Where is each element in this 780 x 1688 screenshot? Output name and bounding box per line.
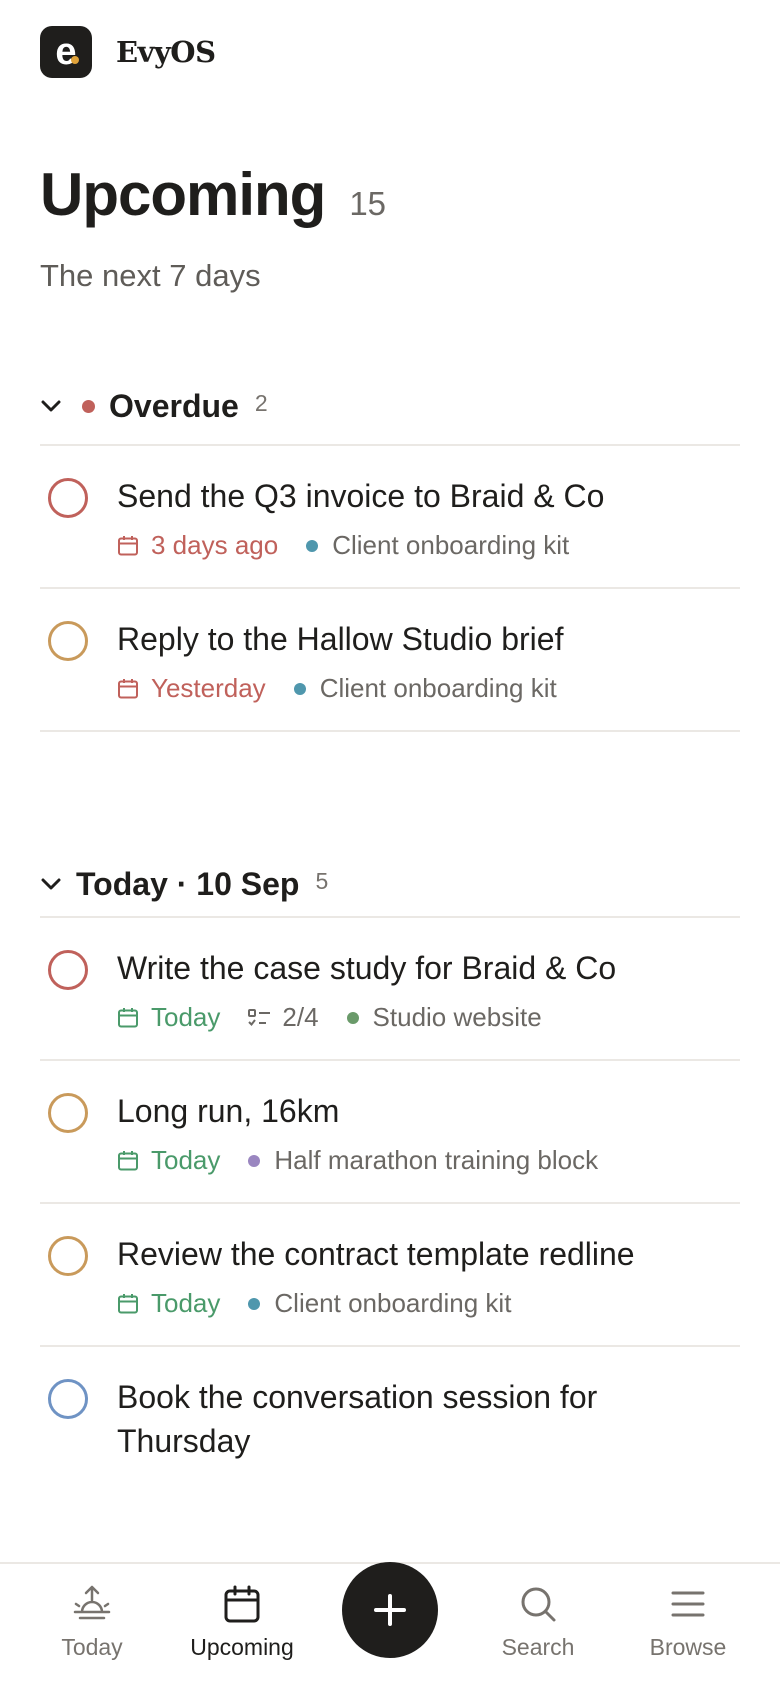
section-count: 5 xyxy=(315,867,329,894)
tab-label: Search xyxy=(501,1634,575,1660)
subtask-list-icon xyxy=(248,1008,271,1026)
calendar-icon xyxy=(117,1007,139,1029)
task-name: Book the conversation session for Thursd… xyxy=(117,1379,598,1459)
task-project[interactable]: Studio website xyxy=(373,1002,542,1033)
task-checkbox[interactable] xyxy=(48,1236,88,1276)
task-due-date: Today xyxy=(151,1145,221,1175)
plus-icon xyxy=(374,1594,406,1626)
tab-search[interactable]: Search xyxy=(468,1584,608,1661)
project-dot-icon xyxy=(248,1297,261,1310)
search-icon xyxy=(521,1587,556,1622)
menu-icon xyxy=(671,1591,705,1617)
task-project[interactable]: Client onboarding kit xyxy=(320,673,557,704)
chevron-down-icon[interactable] xyxy=(40,873,62,895)
tab-label: Browse xyxy=(649,1634,727,1660)
logo-e-icon: e xyxy=(55,32,79,72)
calendar-icon xyxy=(117,678,139,700)
page-title-row: Upcoming 15 xyxy=(40,160,386,229)
calendar-icon xyxy=(117,1293,139,1315)
task-checkbox[interactable] xyxy=(48,1379,88,1419)
task-project[interactable]: Client onboarding kit xyxy=(274,1288,511,1319)
project-dot-icon xyxy=(248,1154,261,1167)
task-row[interactable]: Write the case study for Braid & Co Toda… xyxy=(40,918,740,1061)
page-title: Upcoming xyxy=(40,161,326,228)
page-subtitle: The next 7 days xyxy=(40,258,261,293)
task-project[interactable]: Half marathon training block xyxy=(274,1145,598,1176)
app-header: e EvyOS xyxy=(40,26,216,78)
svg-text:e: e xyxy=(55,32,76,72)
task-name: Long run, 16km xyxy=(117,1093,340,1129)
section-title: Today · 10 Sep xyxy=(76,865,300,902)
task-name: Reply to the Hallow Studio brief xyxy=(117,621,564,657)
task-checkbox[interactable] xyxy=(48,621,88,661)
calendar-icon xyxy=(224,1585,260,1623)
app-name: EvyOS xyxy=(116,35,216,69)
section-count: 2 xyxy=(254,389,268,416)
task-name: Write the case study for Braid & Co xyxy=(117,950,617,986)
task-row[interactable]: Send the Q3 invoice to Braid & Co 3 days… xyxy=(40,446,740,589)
project-dot-icon xyxy=(346,1011,359,1024)
project-dot-icon xyxy=(306,539,319,552)
task-due-date: 3 days ago xyxy=(151,530,279,560)
task-row[interactable]: Review the contract template redline Tod… xyxy=(40,1204,740,1347)
tab-label: Upcoming xyxy=(190,1634,294,1660)
project-dot-icon xyxy=(293,682,306,695)
subtask-count: 2/4 xyxy=(282,1002,319,1032)
section-header-today[interactable]: Today · 10 Sep 5 xyxy=(40,854,740,914)
add-task-button[interactable] xyxy=(342,1562,438,1658)
tab-label: Today xyxy=(61,1634,123,1660)
task-checkbox[interactable] xyxy=(48,950,88,990)
task-project[interactable]: Client onboarding kit xyxy=(332,530,569,561)
task-due-date: Yesterday xyxy=(151,673,266,703)
bottom-tab-bar: Today Upcoming Search Browse xyxy=(0,1562,780,1688)
section-overdue: Overdue 2 Send the Q3 invoice to Braid &… xyxy=(40,376,740,732)
section-header-overdue[interactable]: Overdue 2 xyxy=(40,376,740,436)
section-today: Today · 10 Sep 5 Write the case study fo… xyxy=(40,854,740,1463)
app-logo[interactable]: e xyxy=(40,26,92,78)
chevron-down-icon[interactable] xyxy=(40,395,62,417)
task-row[interactable]: Reply to the Hallow Studio brief Yesterd… xyxy=(40,589,740,732)
subtask-progress: 2/4 xyxy=(248,1002,319,1033)
sunrise-icon xyxy=(73,1585,111,1620)
task-row[interactable]: Book the conversation session for Thursd… xyxy=(40,1347,740,1463)
task-checkbox[interactable] xyxy=(48,478,88,518)
tab-upcoming[interactable]: Upcoming xyxy=(172,1584,312,1661)
calendar-icon xyxy=(117,535,139,557)
task-name: Send the Q3 invoice to Braid & Co xyxy=(117,478,605,514)
section-title: Overdue xyxy=(109,387,239,424)
task-checkbox[interactable] xyxy=(48,1093,88,1133)
task-row[interactable]: Long run, 16km Today Half marathon train… xyxy=(40,1061,740,1204)
tab-browse[interactable]: Browse xyxy=(618,1584,758,1661)
task-name: Review the contract template redline xyxy=(117,1236,635,1272)
tab-today[interactable]: Today xyxy=(22,1584,162,1661)
task-due-date: Today xyxy=(151,1288,221,1318)
page-task-count: 15 xyxy=(349,185,387,222)
calendar-icon xyxy=(117,1150,139,1172)
overdue-dot-icon xyxy=(82,399,95,413)
task-due-date: Today xyxy=(151,1002,221,1032)
